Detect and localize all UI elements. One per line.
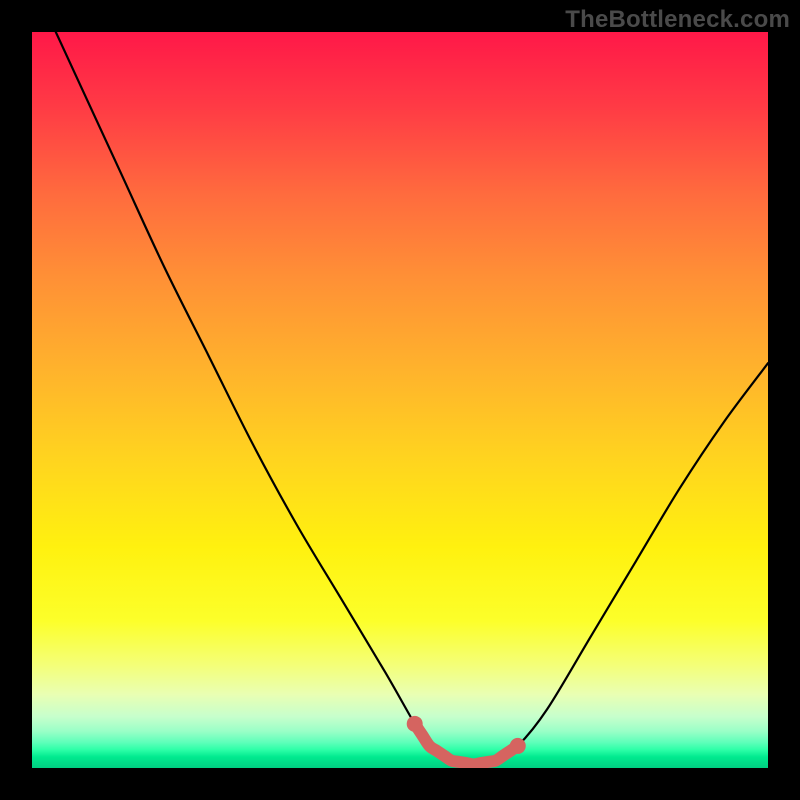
- bottleneck-curve: [32, 32, 768, 764]
- optimal-range-marker: [415, 724, 518, 764]
- curve-layer: [32, 32, 768, 768]
- plot-area: [32, 32, 768, 768]
- watermark-text: TheBottleneck.com: [565, 6, 790, 34]
- optimal-range-end-dot: [510, 738, 526, 754]
- optimal-range-start-dot: [407, 716, 423, 732]
- chart-frame: TheBottleneck.com: [0, 0, 800, 800]
